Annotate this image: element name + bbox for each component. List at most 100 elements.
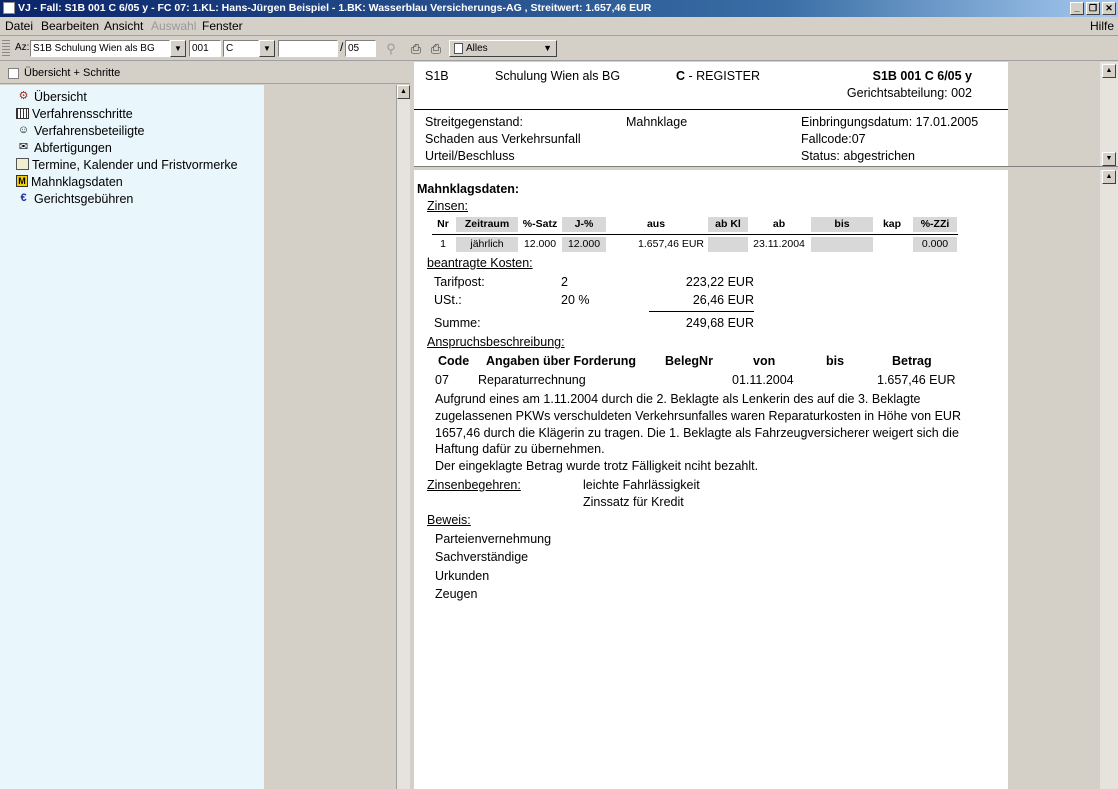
nr-field[interactable]: 001 bbox=[189, 40, 221, 57]
header-scrollbar[interactable]: ▲ ▼ bbox=[1100, 62, 1118, 166]
minimize-button[interactable]: _ bbox=[1070, 2, 1084, 15]
zinsen-cell-zzi: 0.000 bbox=[913, 237, 957, 252]
anspruch-cell-von: 01.11.2004 bbox=[732, 373, 794, 387]
restore-button[interactable]: ❐ bbox=[1086, 2, 1100, 15]
register-title: C - REGISTER bbox=[676, 69, 760, 83]
left-panel-empty-area bbox=[264, 85, 396, 789]
subject-label: Streitgegenstand: bbox=[425, 115, 523, 129]
menu-hilfe[interactable]: Hilfe bbox=[1090, 19, 1114, 33]
tarifpost-value: 223,22 EUR bbox=[685, 275, 754, 289]
tree-item-verfahrensbeteiligte[interactable]: ☺ Verfahrensbeteiligte bbox=[16, 123, 145, 139]
summe-value: 249,68 EUR bbox=[685, 316, 754, 330]
anspruch-col-von: von bbox=[753, 354, 776, 368]
zinsenbegehren-value: leichte Fahrlässigkeit bbox=[583, 478, 700, 492]
menu-ansicht[interactable]: Ansicht bbox=[104, 19, 143, 33]
tree-item-label: Termine, Kalender und Fristvormerke bbox=[32, 158, 238, 172]
document-scrollbar[interactable]: ▲ bbox=[1100, 170, 1118, 789]
ust-rate: 20 % bbox=[561, 293, 590, 307]
tree-item-label: Übersicht bbox=[34, 90, 87, 104]
tree-item-label: Mahnklagsdaten bbox=[31, 175, 123, 189]
anspruch-col-betrag: Betrag bbox=[892, 354, 932, 368]
close-button[interactable]: ✕ bbox=[1102, 2, 1116, 15]
kosten-label: beantragte Kosten: bbox=[427, 256, 533, 270]
header-divider bbox=[414, 109, 1008, 110]
print-preview-icon[interactable]: ⎙ bbox=[428, 41, 444, 56]
year-field[interactable]: 05 bbox=[345, 40, 376, 57]
zinsenbegehren-label: Zinsenbegehren: bbox=[427, 478, 521, 492]
tarifpost-nr: 2 bbox=[561, 275, 568, 289]
zinsen-cell-bis bbox=[811, 237, 873, 252]
case-number: S1B 001 C 6/05 y bbox=[872, 69, 972, 83]
tree-item-verfahrensschritte[interactable]: Verfahrensschritte bbox=[16, 106, 133, 122]
zinsen-col-jp: J-% bbox=[562, 217, 606, 232]
toolbar-grip[interactable] bbox=[2, 40, 10, 56]
court-code: S1B bbox=[425, 69, 449, 83]
menu-bar: Datei Bearbeiten Ansicht Auswahl Fenster… bbox=[0, 17, 1118, 36]
left-scroll-up-button[interactable]: ▲ bbox=[397, 85, 410, 99]
judgment-label: Urteil/Beschluss bbox=[425, 149, 515, 163]
header-scroll-up-button[interactable]: ▲ bbox=[1102, 64, 1116, 78]
overview-steps-checkbox[interactable] bbox=[8, 68, 19, 79]
beweis-label: Beweis: bbox=[427, 513, 471, 527]
print-icon[interactable]: ⎙ bbox=[408, 41, 424, 56]
filter-select[interactable]: Alles ▼ bbox=[449, 40, 557, 57]
menu-auswahl[interactable]: Auswahl bbox=[151, 19, 196, 33]
zinsen-cell-abkl bbox=[708, 237, 748, 252]
anspruch-label: Anspruchsbeschreibung: bbox=[427, 335, 565, 349]
zinsen-col-satz: %-Satz bbox=[522, 218, 558, 230]
section-heading: Mahnklagsdaten: bbox=[417, 182, 520, 196]
ust-value: 26,46 EUR bbox=[692, 293, 754, 307]
envelope-icon: ✉ bbox=[18, 141, 29, 153]
tree-item-abfertigungen[interactable]: ✉ Abfertigungen bbox=[16, 140, 112, 156]
description-line: zugelassenen PKWs verschuldeten Verkehrs… bbox=[435, 409, 961, 423]
type-dropdown-button[interactable]: ▼ bbox=[259, 40, 275, 57]
zinsen-col-bis: bis bbox=[811, 217, 873, 232]
zinsen-cell-kap bbox=[876, 237, 908, 252]
tree-item-label: Verfahrensschritte bbox=[32, 107, 133, 121]
tree-item-mahnklagsdaten[interactable]: M Mahnklagsdaten bbox=[16, 174, 123, 190]
beweis-item: Zeugen bbox=[435, 587, 478, 601]
zinsen-label: Zinsen: bbox=[427, 199, 468, 213]
register-letter: C bbox=[676, 69, 686, 83]
description-line: Aufgrund eines am 1.11.2004 durch die 2.… bbox=[435, 392, 921, 406]
chevron-down-icon: ▼ bbox=[543, 43, 552, 53]
binoculars-icon[interactable]: ⚲ bbox=[383, 41, 399, 56]
anspruch-col-code: Code bbox=[438, 354, 470, 368]
anspruch-col-bis: bis bbox=[826, 354, 845, 368]
number-field[interactable] bbox=[278, 40, 338, 57]
zinsen-col-zeitraum: Zeitraum bbox=[456, 217, 518, 232]
department: Gerichtsabteilung: 002 bbox=[846, 86, 972, 100]
tree-item-uebersicht[interactable]: ⚙ Übersicht bbox=[16, 89, 87, 105]
title-bar: VJ - Fall: S1B 001 C 6/05 y - FC 07: 1.K… bbox=[0, 0, 1118, 17]
left-scrollbar[interactable]: ▲ bbox=[396, 85, 410, 789]
description-line: 1657,46 durch die Klägerin zu tragen. Di… bbox=[435, 426, 959, 440]
slash-separator: / bbox=[340, 40, 344, 54]
fallcode: Fallcode:07 bbox=[801, 132, 866, 146]
header-scroll-down-button[interactable]: ▼ bbox=[1102, 152, 1116, 166]
court-dropdown-button[interactable]: ▼ bbox=[170, 40, 186, 57]
document-scroll-up-button[interactable]: ▲ bbox=[1102, 170, 1116, 184]
zinsen-col-aus: aus bbox=[646, 218, 666, 230]
mahnklage-document: Mahnklagsdaten: Zinsen: Nr Zeitraum %-Sa… bbox=[414, 170, 1008, 789]
beweis-item: Urkunden bbox=[435, 569, 490, 583]
tree-item-gerichtsgebuehren[interactable]: € Gerichtsgebühren bbox=[16, 191, 133, 207]
zinsen-col-nr: Nr bbox=[437, 218, 449, 230]
tree-item-termine[interactable]: Termine, Kalender und Fristvormerke bbox=[16, 157, 238, 173]
menu-bearbeiten[interactable]: Bearbeiten bbox=[41, 19, 99, 33]
az-label: Az: bbox=[15, 42, 30, 53]
case-type: Mahnklage bbox=[626, 115, 688, 129]
anspruch-col-belegnr: BelegNr bbox=[665, 354, 713, 368]
tarifpost-label: Tarifpost: bbox=[434, 275, 485, 289]
court-select[interactable]: S1B Schulung Wien als BG bbox=[30, 40, 170, 57]
menu-datei[interactable]: Datei bbox=[5, 19, 33, 33]
window-title: VJ - Fall: S1B 001 C 6/05 y - FC 07: 1.K… bbox=[18, 2, 652, 14]
euro-icon: € bbox=[20, 192, 27, 204]
zinsenbegehren-value: Zinssatz für Kredit bbox=[583, 495, 684, 509]
zinsen-cell-aus: 1.657,46 EUR bbox=[638, 238, 704, 250]
m-icon: M bbox=[16, 175, 28, 187]
overview-steps-label: Übersicht + Schritte bbox=[24, 67, 121, 79]
menu-fenster[interactable]: Fenster bbox=[202, 19, 243, 33]
calendar-icon bbox=[16, 158, 29, 170]
anspruch-cell-angaben: Reparaturrechnung bbox=[478, 373, 586, 387]
type-select[interactable]: C bbox=[223, 40, 259, 57]
